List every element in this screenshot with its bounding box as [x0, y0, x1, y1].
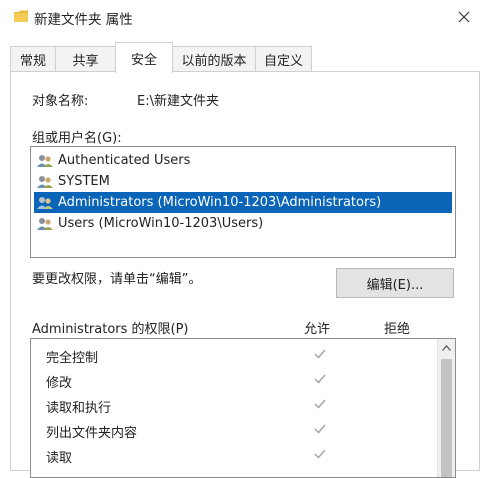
permission-name: 修改 — [46, 376, 73, 391]
list-item-administrators[interactable]: Administrators (MicroWin10-1203\Administ… — [34, 192, 452, 213]
permission-name: 完全控制 — [46, 351, 99, 366]
permission-row-full-control: 完全控制 — [31, 343, 437, 368]
list-item-label: Administrators (MicroWin10-1203\Administ… — [58, 195, 382, 210]
title-bar: 新建文件夹 属性 — [0, 0, 500, 36]
edit-button-label: 编辑(E)... — [366, 277, 424, 293]
check-icon — [314, 399, 326, 409]
permission-row-list-folder: 列出文件夹内容 — [31, 418, 437, 443]
permissions-header: Administrators 的权限(P) — [32, 322, 189, 337]
permissions-list: 完全控制 修改 读取和执行 列出文件夹内容 读取 — [30, 338, 456, 478]
tab-strip: 常规 共享 安全 以前的版本 自定义 — [0, 42, 500, 73]
tab-previous-versions[interactable]: 以前的版本 — [172, 46, 256, 72]
list-item-label: Authenticated Users — [58, 153, 191, 168]
permission-name: 列出文件夹内容 — [46, 426, 138, 441]
list-item-label: Users (MicroWin10-1203\Users) — [58, 216, 264, 231]
allow-header: 允许 — [304, 322, 331, 337]
permission-name: 读取和执行 — [46, 401, 112, 416]
tab-label: 以前的版本 — [181, 54, 247, 69]
permission-row-read: 读取 — [31, 443, 437, 468]
close-button[interactable] — [444, 2, 484, 32]
permission-name: 读取 — [46, 451, 73, 466]
user-group-icon — [37, 196, 53, 209]
list-item-users[interactable]: Users (MicroWin10-1203\Users) — [34, 213, 452, 234]
folder-icon — [14, 10, 28, 22]
object-name-value: E:\新建文件夹 — [137, 94, 219, 109]
edit-button[interactable]: 编辑(E)... — [336, 268, 454, 298]
tab-customize[interactable]: 自定义 — [255, 46, 312, 72]
scroll-thumb[interactable] — [441, 359, 452, 477]
list-item-label: SYSTEM — [58, 174, 110, 189]
object-name-label: 对象名称: — [32, 94, 89, 109]
tab-general[interactable]: 常规 — [10, 46, 56, 72]
list-item-system[interactable]: SYSTEM — [34, 171, 452, 192]
deny-header: 拒绝 — [384, 322, 411, 337]
list-item-authenticated-users[interactable]: Authenticated Users — [34, 150, 452, 171]
tab-sharing[interactable]: 共享 — [55, 46, 116, 72]
close-icon — [458, 11, 470, 23]
user-group-icon — [37, 154, 53, 167]
window-title: 新建文件夹 属性 — [34, 12, 133, 28]
groups-list[interactable]: Authenticated Users SYSTEM Administrator… — [30, 146, 456, 258]
tab-security[interactable]: 安全 — [115, 42, 173, 73]
check-icon — [314, 349, 326, 359]
check-icon — [314, 374, 326, 384]
permissions-scrollbar[interactable] — [437, 339, 455, 477]
check-icon — [314, 449, 326, 459]
user-group-icon — [37, 175, 53, 188]
edit-hint: 要更改权限，请单击“编辑”。 — [32, 272, 202, 287]
permission-row-modify: 修改 — [31, 368, 437, 393]
scroll-up-button[interactable] — [438, 339, 455, 356]
chevron-up-icon — [442, 344, 451, 351]
tab-label: 共享 — [72, 54, 99, 69]
check-icon — [314, 424, 326, 434]
tab-label: 常规 — [19, 54, 46, 69]
tab-label: 自定义 — [263, 54, 303, 69]
tab-label: 安全 — [130, 52, 157, 68]
permission-row-read-execute: 读取和执行 — [31, 393, 437, 418]
user-group-icon — [37, 217, 53, 230]
groups-label: 组或用户名(G): — [32, 131, 122, 146]
